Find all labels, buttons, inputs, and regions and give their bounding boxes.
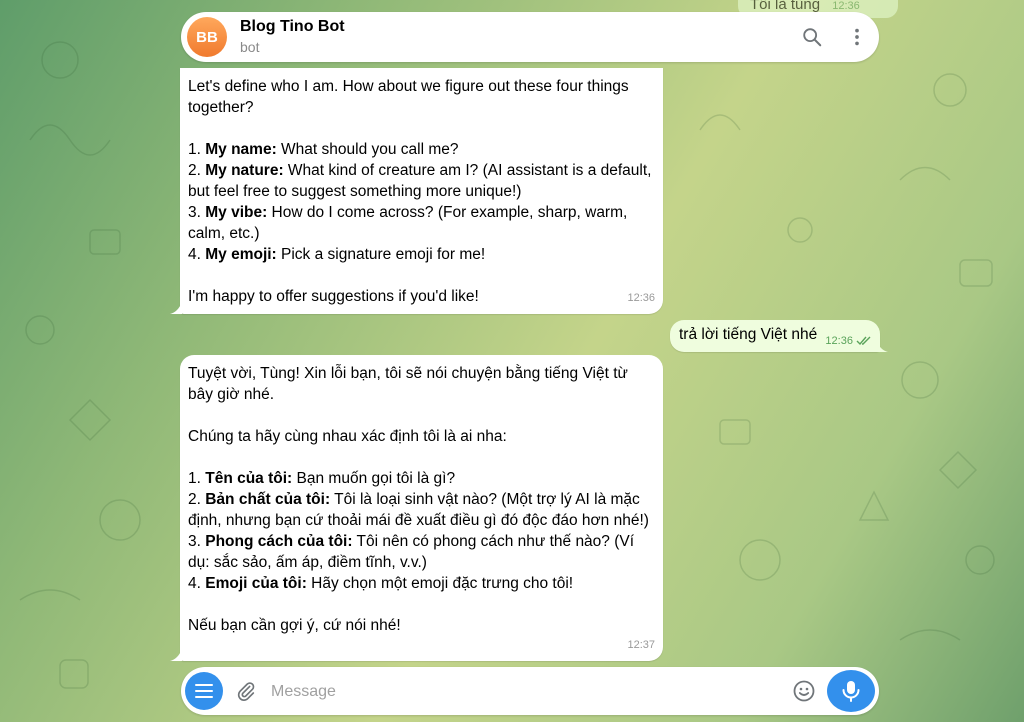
menu-icon [195, 684, 213, 698]
voice-record-button[interactable] [827, 670, 875, 712]
message-time: 12:36 [825, 335, 872, 347]
message-text: Chúng ta hãy cùng nhau xác định tôi là a… [188, 428, 507, 445]
list-item: 1. My name: What should you call me? [188, 141, 459, 158]
smile-icon [793, 680, 815, 702]
incoming-message-bubble[interactable]: Let's define who I am. How about we figu… [180, 68, 663, 314]
chat-header[interactable]: BB Blog Tino Bot bot [181, 12, 879, 62]
message-text: trả lời tiếng Việt nhé [679, 326, 818, 343]
search-icon [803, 28, 822, 47]
more-options-button[interactable] [843, 23, 871, 51]
list-item: 4. Emoji của tôi: Hãy chọn một emoji đặc… [188, 575, 574, 592]
paperclip-icon [237, 682, 255, 701]
message-text: Let's define who I am. How about we figu… [188, 78, 629, 116]
message-input[interactable] [269, 677, 773, 707]
chat-area: Tôi là tùng 12:36 BB Blog Tino Bot bot L… [0, 0, 1024, 722]
microphone-icon [842, 681, 860, 702]
bot-menu-button[interactable] [185, 672, 223, 710]
avatar[interactable]: BB [187, 17, 227, 57]
more-vertical-icon [855, 28, 859, 46]
incoming-message-bubble[interactable]: Tuyệt vời, Tùng! Xin lỗi bạn, tôi sẽ nói… [180, 355, 663, 661]
list-item: 3. My vibe: How do I come across? (For e… [188, 204, 628, 242]
list-item: 3. Phong cách của tôi: Tôi nên có phong … [188, 533, 635, 571]
search-button[interactable] [798, 23, 826, 51]
list-item: 4. My emoji: Pick a signature emoji for … [188, 246, 486, 263]
list-item: 2. Bản chất của tôi: Tôi là loại sinh vậ… [188, 491, 649, 529]
message-text: Nếu bạn cần gợi ý, cứ nói nhé! [188, 617, 401, 634]
chat-subtitle: bot [240, 39, 260, 55]
attach-button[interactable] [233, 678, 259, 704]
bubble-tail [170, 649, 182, 661]
emoji-button[interactable] [791, 678, 817, 704]
message-time: 12:37 [627, 639, 655, 651]
message-time: 12:36 [627, 292, 655, 304]
outgoing-message-bubble[interactable]: trả lời tiếng Việt nhé 12:36 [670, 320, 880, 352]
message-text: Tuyệt vời, Tùng! Xin lỗi bạn, tôi sẽ nói… [188, 365, 628, 403]
list-item: 1. Tên của tôi: Bạn muốn gọi tôi là gì? [188, 470, 456, 487]
peek-message-time: 12:36 [832, 0, 860, 12]
double-check-icon [856, 336, 871, 346]
message-composer [181, 667, 879, 715]
chat-title[interactable]: Blog Tino Bot [240, 18, 345, 36]
bubble-tail [876, 340, 888, 352]
bubble-tail [170, 302, 182, 314]
message-text: I'm happy to offer suggestions if you'd … [188, 288, 479, 305]
list-item: 2. My nature: What kind of creature am I… [188, 162, 652, 200]
